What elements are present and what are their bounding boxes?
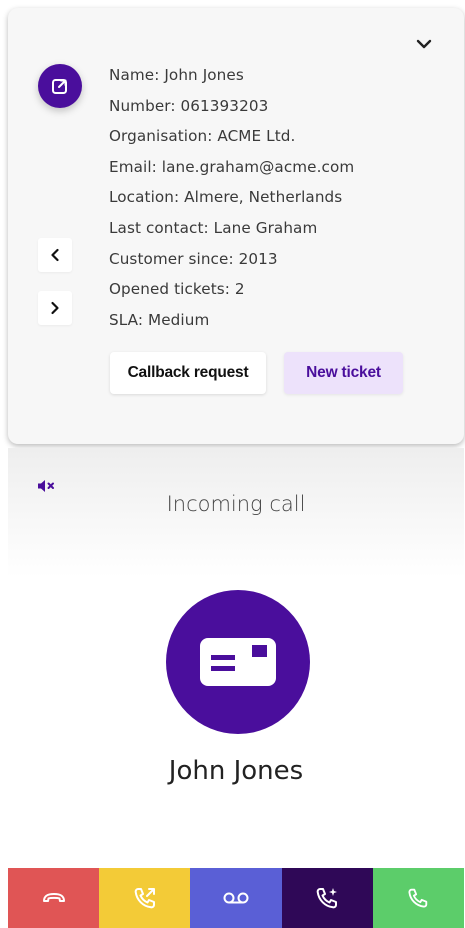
incoming-call-panel: Incoming call John Jones [8, 448, 464, 868]
chevron-down-icon [416, 39, 432, 49]
callback-request-button[interactable]: Callback request [110, 352, 266, 394]
contact-email: Email: lane.graham@acme.com [109, 157, 355, 176]
contact-customer-since: Customer since: 2013 [109, 249, 278, 268]
contact-opened-tickets: Opened tickets: 2 [109, 280, 245, 299]
contact-info-card: Name: John Jones Number: 061393203 Organ… [8, 8, 464, 444]
decline-call-button[interactable] [8, 868, 100, 928]
chevron-right-icon [51, 301, 59, 315]
accept-call-button[interactable] [372, 868, 465, 928]
contact-number: Number: 061393203 [109, 96, 269, 115]
contact-location: Location: Almere, Netherlands [109, 188, 343, 207]
ai-call-icon [316, 888, 338, 909]
next-contact-button[interactable] [38, 291, 72, 325]
chevron-left-icon [51, 248, 59, 262]
contact-name: Name: John Jones [109, 66, 244, 84]
call-status: Incoming call [166, 492, 306, 516]
contact-organisation: Organisation: ACME Ltd. [109, 127, 296, 146]
contact-card-icon [200, 638, 276, 686]
forward-call-button[interactable] [99, 868, 191, 928]
voicemail-icon [223, 892, 249, 904]
new-ticket-button[interactable]: New ticket [284, 352, 403, 394]
open-contact-button[interactable] [38, 64, 82, 108]
hang-up-icon [42, 893, 65, 902]
contact-sla: SLA: Medium [109, 310, 210, 329]
voicemail-button[interactable] [190, 868, 282, 928]
assisted-call-button[interactable] [281, 868, 373, 928]
external-link-icon [52, 79, 67, 94]
forward-call-icon [134, 888, 155, 909]
contact-details: Name: John Jones Number: 061393203 Organ… [109, 60, 354, 335]
phone-icon [408, 888, 428, 908]
collapse-button[interactable] [414, 36, 434, 52]
contact-last-contact: Last contact: Lane Graham [109, 218, 318, 237]
caller-name: John Jones [168, 756, 304, 786]
caller-avatar [166, 590, 310, 734]
call-action-bar [8, 868, 465, 928]
previous-contact-button[interactable] [38, 238, 72, 272]
